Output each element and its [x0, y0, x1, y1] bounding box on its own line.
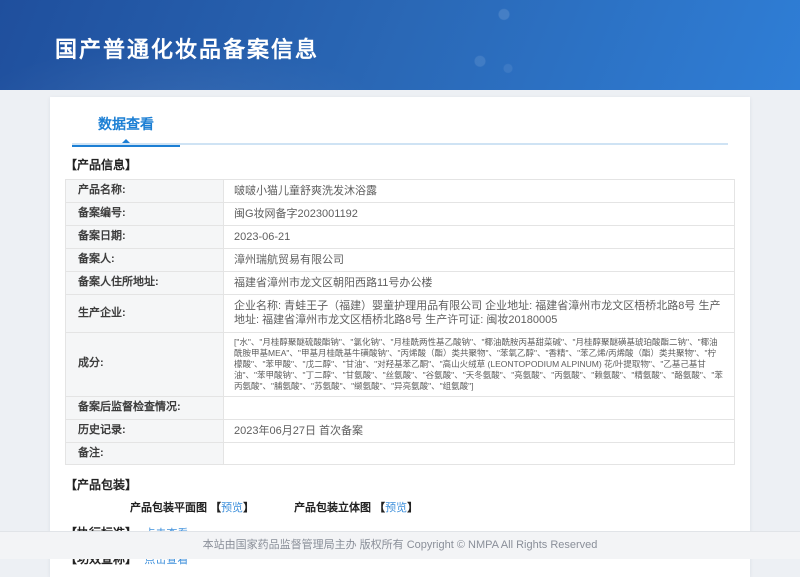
field-value: 2023年06月27日 首次备案 — [224, 419, 735, 442]
tab-bar: 数据查看 — [72, 97, 728, 145]
field-value: 漳州瑞航贸易有限公司 — [224, 249, 735, 272]
tab-data-view-label: 数据查看 — [98, 116, 154, 132]
table-row: 备案人住所地址: 福建省漳州市龙文区朝阳西路11号办公楼 — [66, 272, 735, 295]
field-label: 备案人住所地址: — [66, 272, 224, 295]
packaging-preview-link[interactable]: 预览 — [221, 502, 243, 514]
table-row: 产品名称: 啵啵小猫儿童舒爽洗发沐浴露 — [66, 180, 735, 203]
bracket-open: 【 — [210, 502, 221, 514]
bracket-close: 】 — [243, 502, 254, 514]
packaging-item: 产品包装立体图 【预览】 — [294, 499, 418, 515]
footer-copyright-text: 本站由国家药品监督管理局主办 版权所有 Copyright © NMPA All… — [203, 539, 598, 551]
field-value: ["水"、"月桂醇聚醚硫酸酯钠"、"氯化钠"、"月桂酰两性基乙酸钠"、"椰油酰胺… — [224, 332, 735, 396]
section-product-package-title: 【产品包装】 — [65, 476, 735, 493]
field-label: 备注: — [66, 442, 224, 465]
field-label: 成分: — [66, 332, 224, 396]
field-value: 福建省漳州市龙文区朝阳西路11号办公楼 — [224, 272, 735, 295]
page-title: 国产普通化妆品备案信息 — [55, 32, 319, 64]
field-label: 备案后监督检查情况: — [66, 396, 224, 419]
field-value: 啵啵小猫儿童舒爽洗发沐浴露 — [224, 180, 735, 203]
field-label: 备案人: — [66, 249, 224, 272]
table-row: 备注: — [66, 442, 735, 465]
content-card: 数据查看 【产品信息】 产品名称: 啵啵小猫儿童舒爽洗发沐浴露 备案编号: 闽G… — [50, 97, 750, 577]
field-label: 产品名称: — [66, 180, 224, 203]
product-info-table-body: 产品名称: 啵啵小猫儿童舒爽洗发沐浴露 备案编号: 闽G妆网备字20230011… — [66, 180, 735, 465]
field-value: 企业名称: 青蛙王子（福建）婴童护理用品有限公司 企业地址: 福建省漳州市龙文区… — [224, 295, 735, 332]
section-product-info-title: 【产品信息】 — [65, 156, 735, 173]
tab-data-view[interactable]: 数据查看 — [72, 114, 180, 145]
field-label: 备案编号: — [66, 203, 224, 226]
field-value: 闽G妆网备字2023001192 — [224, 203, 735, 226]
table-row: 成分: ["水"、"月桂醇聚醚硫酸酯钠"、"氯化钠"、"月桂酰两性基乙酸钠"、"… — [66, 332, 735, 396]
field-label: 备案日期: — [66, 226, 224, 249]
packaging-preview-link[interactable]: 预览 — [385, 502, 407, 514]
tab-rail-divider — [72, 143, 728, 145]
packaging-item-label: 产品包装立体图 — [294, 502, 371, 514]
field-label: 历史记录: — [66, 419, 224, 442]
bracket-open: 【 — [374, 502, 385, 514]
field-value — [224, 442, 735, 465]
table-row: 历史记录: 2023年06月27日 首次备案 — [66, 419, 735, 442]
table-row: 备案日期: 2023-06-21 — [66, 226, 735, 249]
table-row: 备案人: 漳州瑞航贸易有限公司 — [66, 249, 735, 272]
field-value: 2023-06-21 — [224, 226, 735, 249]
table-row: 备案编号: 闽G妆网备字2023001192 — [66, 203, 735, 226]
bracket-close: 】 — [407, 502, 418, 514]
page-footer: 本站由国家药品监督管理局主办 版权所有 Copyright © NMPA All… — [0, 531, 800, 559]
table-row: 备案后监督检查情况: — [66, 396, 735, 419]
field-label: 生产企业: — [66, 295, 224, 332]
product-info-table: 产品名称: 啵啵小猫儿童舒爽洗发沐浴露 备案编号: 闽G妆网备字20230011… — [65, 179, 735, 465]
packaging-item-label: 产品包装平面图 — [130, 502, 207, 514]
field-value — [224, 396, 735, 419]
page-header: 国产普通化妆品备案信息 — [0, 0, 800, 90]
table-row: 生产企业: 企业名称: 青蛙王子（福建）婴童护理用品有限公司 企业地址: 福建省… — [66, 295, 735, 332]
packaging-item: 产品包装平面图 【预览】 — [130, 499, 254, 515]
packaging-links-row: 产品包装平面图 【预览】 产品包装立体图 【预览】 — [130, 499, 735, 515]
